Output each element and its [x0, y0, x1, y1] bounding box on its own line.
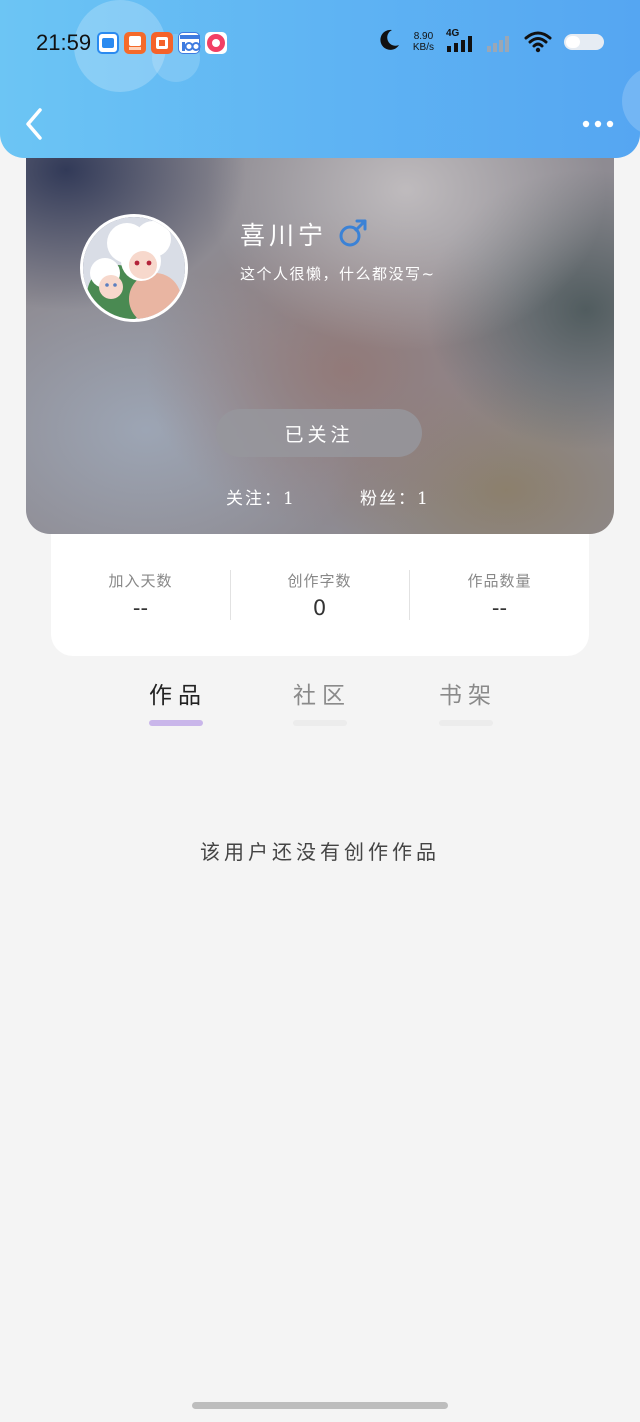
header-bubble-decoration: [622, 66, 640, 136]
stat-word-count: 创作字数 0: [230, 520, 409, 656]
signal-bars-icon: [447, 36, 472, 52]
battery-icon: [564, 34, 604, 50]
stat-value: --: [491, 596, 508, 620]
profile-card: 喜川宁 这个人很懒，什么都没写~ 已关注 关注：1 粉丝：1: [26, 130, 614, 534]
male-icon: [339, 219, 367, 247]
app-blue-icon: [97, 32, 119, 54]
tab-works-underline: [149, 720, 203, 726]
stat-works-count: 作品数量 --: [410, 520, 589, 656]
app-100-icon: [178, 32, 201, 54]
notification-app-icons: [97, 32, 227, 54]
header: 21:59 8.90 KB/s 4G: [0, 0, 640, 158]
bio: 这个人很懒，什么都没写~: [240, 265, 436, 283]
chevron-left-icon: [26, 108, 42, 140]
tab-bookshelf-underline: [439, 720, 493, 726]
network-speed-unit: KB/s: [412, 42, 434, 53]
tab-community[interactable]: 社区: [272, 676, 372, 710]
stat-label: 加入天数: [108, 572, 173, 590]
more-dots-icon: [582, 120, 614, 128]
signal-4g: 4G: [446, 28, 474, 54]
wifi-icon: [524, 31, 552, 53]
tab-works[interactable]: 作品: [128, 676, 228, 710]
stats-card: 加入天数 -- 创作字数 0 作品数量 --: [51, 520, 589, 656]
tab-bookshelf[interactable]: 书架: [418, 676, 518, 710]
stat-value: 0: [312, 596, 327, 620]
following-count[interactable]: 关注：1: [226, 484, 296, 509]
followers-count[interactable]: 粉丝：1: [360, 484, 430, 509]
empty-message: 该用户还没有创作作品: [200, 840, 440, 864]
moon-icon: [377, 28, 401, 56]
stat-value: --: [132, 596, 149, 620]
app-orange-icon-2: [151, 32, 173, 54]
username: 喜川宁: [240, 221, 328, 250]
stat-label: 创作字数: [287, 572, 352, 590]
stat-join-days: 加入天数 --: [51, 520, 230, 656]
app-pink-icon: [205, 32, 227, 54]
app-orange-icon: [124, 32, 146, 54]
signal-bars-secondary-icon: [487, 36, 509, 52]
follow-button[interactable]: 已关注: [216, 409, 422, 457]
more-button[interactable]: [578, 113, 618, 135]
back-button[interactable]: [20, 104, 54, 144]
stat-label: 作品数量: [467, 572, 532, 590]
home-indicator[interactable]: [192, 1402, 448, 1409]
tab-community-underline: [293, 720, 347, 726]
network-speed: 8.90 KB/s: [413, 31, 434, 53]
network-speed-value: 8.90: [413, 31, 434, 42]
status-time: 21:59: [36, 30, 92, 55]
avatar[interactable]: [80, 214, 188, 322]
status-right: 8.90 KB/s 4G: [377, 28, 604, 56]
